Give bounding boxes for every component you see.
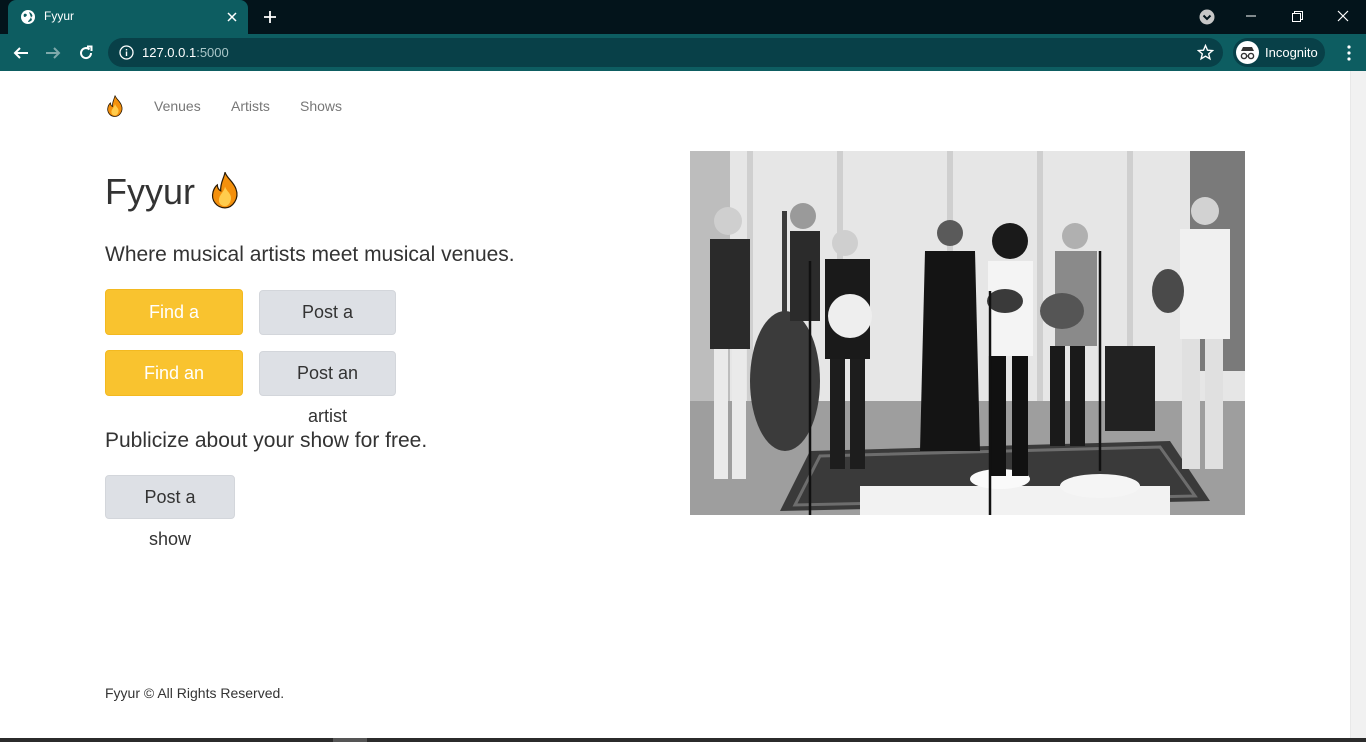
kebab-menu-icon[interactable] bbox=[1337, 41, 1361, 65]
reload-icon[interactable] bbox=[73, 40, 99, 66]
nav-link-artists[interactable]: Artists bbox=[231, 98, 270, 114]
url-port: :5000 bbox=[196, 45, 229, 60]
new-tab-icon[interactable] bbox=[258, 5, 282, 29]
fire-emoji-icon[interactable] bbox=[105, 95, 125, 117]
window-close-icon[interactable] bbox=[1320, 0, 1366, 32]
globe-icon bbox=[21, 10, 35, 24]
page-viewport: Venues Artists Shows Fyyur Where musical… bbox=[0, 71, 1350, 738]
tagline: Where musical artists meet musical venue… bbox=[105, 243, 515, 266]
vertical-scrollbar[interactable] bbox=[1350, 71, 1366, 738]
post-venue-button[interactable]: Post a venue bbox=[259, 290, 396, 365]
bookmark-star-icon[interactable] bbox=[1197, 44, 1214, 61]
back-arrow-icon[interactable] bbox=[8, 40, 34, 66]
browser-tab[interactable]: Fyyur bbox=[8, 0, 248, 34]
footer-text: Fyyur © All Rights Reserved. bbox=[105, 685, 285, 701]
find-artist-button[interactable]: Find an artist bbox=[105, 350, 243, 427]
browser-toolbar: 127.0.0.1:5000 Incognito bbox=[0, 34, 1366, 71]
incognito-badge[interactable]: Incognito bbox=[1233, 38, 1325, 67]
tab-strip: Fyyur bbox=[0, 0, 1366, 34]
hero-band-photo bbox=[690, 151, 1245, 515]
restore-icon[interactable] bbox=[1274, 0, 1320, 32]
post-show-button[interactable]: Post a show bbox=[105, 475, 235, 549]
horizontal-scrollbar[interactable] bbox=[0, 738, 1366, 742]
post-artist-button[interactable]: Post an artist bbox=[259, 351, 396, 426]
page-title: Fyyur bbox=[105, 171, 195, 212]
publicize-text: Publicize about your show for free. bbox=[105, 429, 428, 452]
forward-arrow-icon[interactable] bbox=[40, 40, 66, 66]
tab-title: Fyyur bbox=[44, 9, 74, 23]
incognito-label: Incognito bbox=[1265, 45, 1318, 60]
scrollbar-thumb[interactable] bbox=[333, 738, 367, 742]
incognito-icon bbox=[1236, 41, 1259, 64]
fire-emoji-icon bbox=[211, 171, 238, 209]
url-host: 127.0.0.1 bbox=[142, 45, 197, 60]
site-info-icon[interactable] bbox=[119, 45, 134, 60]
tab-search-icon[interactable] bbox=[1198, 8, 1216, 26]
url-text: 127.0.0.1:5000 bbox=[142, 45, 229, 60]
find-venue-button[interactable]: Find a venue bbox=[105, 289, 243, 366]
close-tab-icon[interactable] bbox=[222, 7, 242, 27]
nav-link-venues[interactable]: Venues bbox=[154, 98, 201, 114]
nav-link-shows[interactable]: Shows bbox=[300, 98, 342, 114]
minimize-icon[interactable] bbox=[1228, 0, 1274, 32]
address-bar[interactable]: 127.0.0.1:5000 bbox=[108, 38, 1223, 67]
